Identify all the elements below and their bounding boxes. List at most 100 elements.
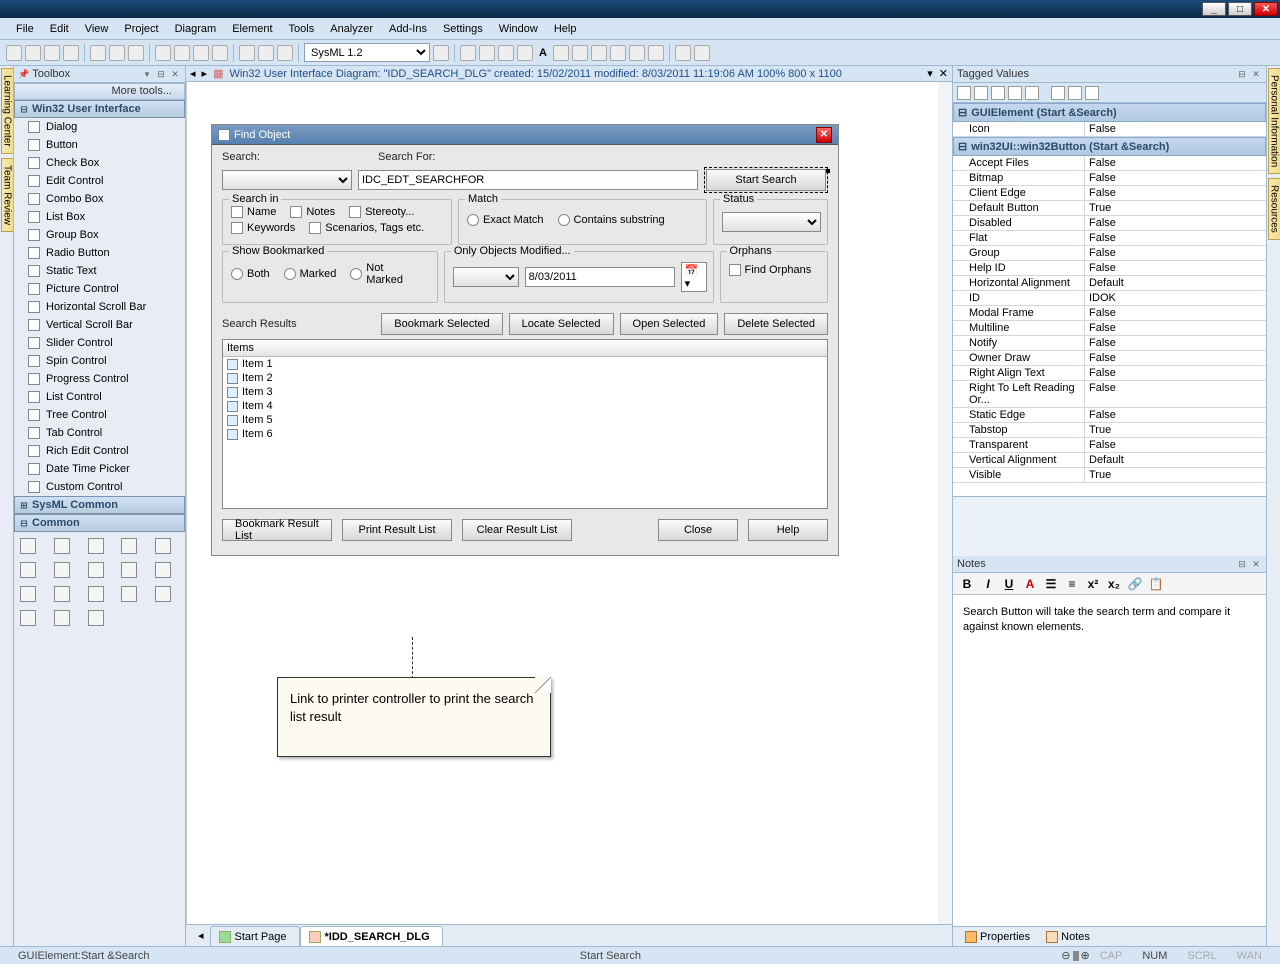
toolbox-section-win32[interactable]: ⊟Win32 User Interface <box>14 100 185 118</box>
rail-learning-center[interactable]: Learning Center <box>1 68 13 154</box>
status-combo[interactable] <box>722 212 821 232</box>
pointer-icon[interactable] <box>460 45 476 61</box>
zoom-out-icon[interactable] <box>277 45 293 61</box>
toolbox-item-edit-control[interactable]: Edit Control <box>14 172 185 190</box>
common-tool-17[interactable] <box>88 610 104 626</box>
toolbox-section-common[interactable]: ⊟Common <box>14 514 185 532</box>
tab-prev-icon[interactable]: ◂ <box>192 929 210 942</box>
tagged-filter-icon[interactable] <box>1068 86 1082 100</box>
bookmark-result-list-button[interactable]: Bookmark Result List <box>222 519 332 541</box>
open-icon[interactable] <box>25 45 41 61</box>
property-row[interactable]: BitmapFalse <box>953 171 1266 186</box>
common-tool-12[interactable] <box>88 586 104 602</box>
toolbox-item-radio-button[interactable]: Radio Button <box>14 244 185 262</box>
property-row[interactable]: TabstopTrue <box>953 423 1266 438</box>
result-item[interactable]: Item 6 <box>223 427 827 441</box>
common-tool-10[interactable] <box>20 586 36 602</box>
italic-icon[interactable]: I <box>980 576 996 592</box>
property-row[interactable]: TransparentFalse <box>953 438 1266 453</box>
common-tool-13[interactable] <box>121 586 137 602</box>
notes-pin-icon[interactable]: ⊟ <box>1236 558 1248 570</box>
clear-result-list-button[interactable]: Clear Result List <box>462 519 572 541</box>
bold-icon[interactable]: B <box>959 576 975 592</box>
menu-edit[interactable]: Edit <box>42 21 77 37</box>
bookmark-selected-button[interactable]: Bookmark Selected <box>381 313 502 335</box>
redo-icon[interactable] <box>174 45 190 61</box>
property-row[interactable]: Vertical AlignmentDefault <box>953 453 1266 468</box>
chk-keywords[interactable]: Keywords <box>231 222 295 234</box>
property-row[interactable]: Modal FrameFalse <box>953 306 1266 321</box>
property-row[interactable]: FlatFalse <box>953 231 1266 246</box>
print-result-list-button[interactable]: Print Result List <box>342 519 452 541</box>
result-item[interactable]: Item 5 <box>223 413 827 427</box>
menu-file[interactable]: File <box>8 21 42 37</box>
search-combo[interactable] <box>222 170 352 190</box>
list-ol-icon[interactable]: ≡ <box>1064 576 1080 592</box>
property-row[interactable]: Owner DrawFalse <box>953 351 1266 366</box>
locate-selected-button[interactable]: Locate Selected <box>509 313 614 335</box>
toolbox-section-sysml[interactable]: ⊞SysML Common <box>14 496 185 514</box>
common-tool-7[interactable] <box>88 562 104 578</box>
rdo-exact[interactable]: Exact Match <box>467 214 544 226</box>
toolbox-item-tab-control[interactable]: Tab Control <box>14 424 185 442</box>
common-tool-6[interactable] <box>54 562 70 578</box>
results-list[interactable]: Items Item 1Item 2Item 3Item 4Item 5Item… <box>222 339 828 509</box>
superscript-icon[interactable]: x² <box>1085 576 1101 592</box>
toolbox-item-tree-control[interactable]: Tree Control <box>14 406 185 424</box>
menu-help[interactable]: Help <box>546 21 585 37</box>
dialog-close-icon[interactable]: ✕ <box>816 127 832 143</box>
tagged-close-icon[interactable]: ✕ <box>1250 68 1262 80</box>
diagram-canvas[interactable]: Find Object ✕ Search: Search For: <box>186 82 938 924</box>
common-tool-16[interactable] <box>54 610 70 626</box>
close-dialog-button[interactable]: Close <box>658 519 738 541</box>
property-row[interactable]: Client EdgeFalse <box>953 186 1266 201</box>
modified-date-input[interactable] <box>525 267 675 287</box>
undo-icon[interactable] <box>155 45 171 61</box>
tab-notes[interactable]: Notes <box>1038 929 1098 945</box>
tagged-help-icon[interactable] <box>1085 86 1099 100</box>
start-search-button-selected[interactable]: Start Search <box>704 167 828 193</box>
rail-resources[interactable]: Resources <box>1268 178 1280 240</box>
subscript-icon[interactable]: x₂ <box>1106 576 1122 592</box>
pg-category-win32button[interactable]: ⊟ win32UI::win32Button (Start &Search) <box>953 137 1266 156</box>
pg-row-icon[interactable]: IconFalse <box>953 122 1266 137</box>
menu-view[interactable]: View <box>77 21 117 37</box>
toolbox-item-picture-control[interactable]: Picture Control <box>14 280 185 298</box>
chk-find-orphans[interactable]: Find Orphans <box>729 264 812 276</box>
toolbox-item-button[interactable]: Button <box>14 136 185 154</box>
toolbox-dropdown-icon[interactable]: ▾ <box>141 68 153 80</box>
toolbox-item-rich-edit-control[interactable]: Rich Edit Control <box>14 442 185 460</box>
note-icon[interactable] <box>479 45 495 61</box>
property-row[interactable]: MultilineFalse <box>953 321 1266 336</box>
tagged-add-icon[interactable] <box>991 86 1005 100</box>
property-row[interactable]: GroupFalse <box>953 246 1266 261</box>
common-tool-8[interactable] <box>121 562 137 578</box>
toolbox-item-custom-control[interactable]: Custom Control <box>14 478 185 496</box>
minimize-button[interactable]: _ <box>1202 2 1226 16</box>
menu-settings[interactable]: Settings <box>435 21 491 37</box>
toolbox-item-list-box[interactable]: List Box <box>14 208 185 226</box>
result-item[interactable]: Item 3 <box>223 385 827 399</box>
globe-icon[interactable] <box>629 45 645 61</box>
toolbox-item-date-time-picker[interactable]: Date Time Picker <box>14 460 185 478</box>
toolbox-item-slider-control[interactable]: Slider Control <box>14 334 185 352</box>
bold-icon[interactable]: A <box>536 47 550 59</box>
toolbox-item-list-control[interactable]: List Control <box>14 388 185 406</box>
property-row[interactable]: Right To Left Reading Or...False <box>953 381 1266 408</box>
pg-category-guielement[interactable]: ⊟ GUIElement (Start &Search) <box>953 103 1266 122</box>
paste-icon[interactable] <box>128 45 144 61</box>
maximize-button[interactable]: □ <box>1228 2 1252 16</box>
rdo-contains[interactable]: Contains substring <box>558 214 665 226</box>
property-row[interactable]: Default ButtonTrue <box>953 201 1266 216</box>
delete-selected-button[interactable]: Delete Selected <box>724 313 828 335</box>
toolbox-item-horizontal-scroll-bar[interactable]: Horizontal Scroll Bar <box>14 298 185 316</box>
menu-diagram[interactable]: Diagram <box>167 21 225 37</box>
link-icon[interactable]: 🔗 <box>1127 576 1143 592</box>
chk-name[interactable]: Name <box>231 206 276 218</box>
forward-icon[interactable]: ▸ <box>202 67 208 80</box>
common-tool-15[interactable] <box>20 610 36 626</box>
menu-analyzer[interactable]: Analyzer <box>322 21 381 37</box>
zoom-in-icon[interactable] <box>258 45 274 61</box>
rdo-marked[interactable]: Marked <box>284 268 337 280</box>
cut-icon[interactable] <box>90 45 106 61</box>
